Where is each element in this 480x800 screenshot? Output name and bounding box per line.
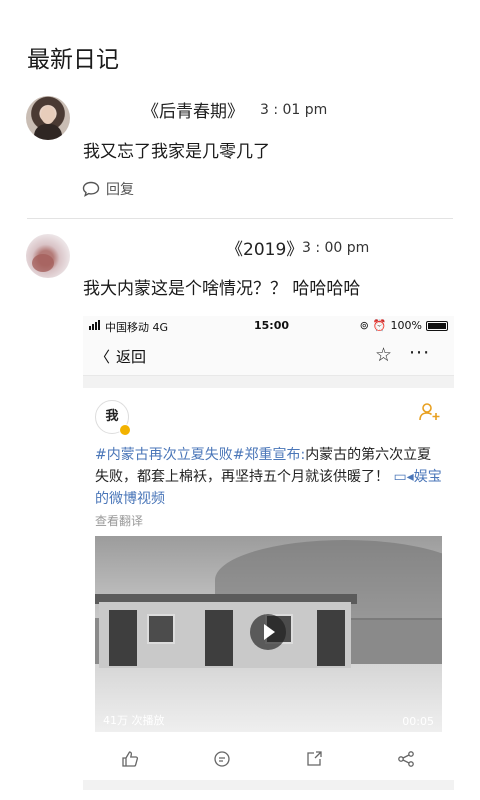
video-link-icon: ▭◂ <box>393 469 414 485</box>
back-chevron-icon: 〈 <box>95 348 111 366</box>
weibo-actions <box>83 746 454 780</box>
post-title[interactable]: 《2019》 <box>226 235 303 260</box>
section-title: 最新日记 <box>27 47 119 73</box>
post-time: 3 : 01 pm <box>260 102 328 118</box>
battery-icon <box>426 320 448 331</box>
reply-button[interactable]: 回复 <box>82 179 134 199</box>
comment-button[interactable] <box>213 750 231 772</box>
weibo-nav-bar: 〈 返回 ☆ ··· <box>83 336 454 376</box>
alarm-icon: ⏰ <box>372 319 387 332</box>
post-title[interactable]: 《后青春期》 <box>142 97 244 122</box>
like-icon <box>122 751 139 767</box>
reply-label: 回复 <box>106 182 134 198</box>
avatar-shape <box>32 254 54 272</box>
translate-link[interactable]: 查看翻译 <box>95 512 143 529</box>
divider <box>27 218 453 219</box>
avatar[interactable] <box>26 96 70 140</box>
back-button[interactable]: 〈 返回 <box>95 346 146 367</box>
lock-rotation-icon: ⊚ <box>359 319 369 332</box>
back-label: 返回 <box>116 348 147 366</box>
share-button[interactable] <box>397 750 415 772</box>
video-door <box>109 610 137 666</box>
signal-icon <box>89 320 100 330</box>
avatar-body <box>34 124 62 140</box>
video-window <box>147 614 175 644</box>
share-icon <box>398 751 414 767</box>
avatar[interactable] <box>26 234 70 278</box>
more-icon[interactable]: ··· <box>409 342 430 364</box>
post-body: 我大内蒙这是个啥情况？？ 哈哈哈哈 <box>83 279 361 299</box>
comment-icon <box>214 751 230 767</box>
video-player[interactable]: 41万 次播放 00:05 <box>95 536 442 732</box>
video-door <box>205 610 233 666</box>
carrier-label: 中国移动 4G <box>105 321 169 334</box>
avatar-face <box>41 106 55 124</box>
add-follow-icon[interactable] <box>419 402 441 422</box>
post-image[interactable]: 中国移动 4G 15:00 ⊚ ⏰ 100% 〈 返回 ☆ ··· 我 #内蒙古… <box>83 316 454 790</box>
battery-percent: 100% <box>390 319 422 332</box>
play-icon[interactable] <box>250 614 286 650</box>
like-button[interactable] <box>121 750 139 772</box>
video-duration: 00:05 <box>402 715 434 728</box>
weibo-hashtag[interactable]: #内蒙古再次立夏失败#郑重宣布: <box>95 447 305 463</box>
reply-icon <box>82 181 100 197</box>
star-icon[interactable]: ☆ <box>375 344 392 366</box>
status-right: ⊚ ⏰ 100% <box>360 319 448 332</box>
repost-icon <box>307 751 322 766</box>
repost-button[interactable] <box>305 750 323 772</box>
verified-badge-icon <box>119 424 131 436</box>
weibo-card: 我 #内蒙古再次立夏失败#郑重宣布:内蒙古的第六次立夏失败，都套上棉袄，再坚持五… <box>83 388 454 780</box>
clock-label: 15:00 <box>254 319 290 332</box>
weibo-text: #内蒙古再次立夏失败#郑重宣布:内蒙古的第六次立夏失败，都套上棉袄，再坚持五个月… <box>95 444 445 510</box>
video-door <box>317 610 345 666</box>
post-body: 我又忘了我家是几零几了 <box>83 142 270 162</box>
phone-status-bar: 中国移动 4G 15:00 ⊚ ⏰ 100% <box>83 316 454 336</box>
view-count: 41万 次播放 <box>103 714 165 727</box>
post-time: 3 : 00 pm <box>302 240 370 256</box>
